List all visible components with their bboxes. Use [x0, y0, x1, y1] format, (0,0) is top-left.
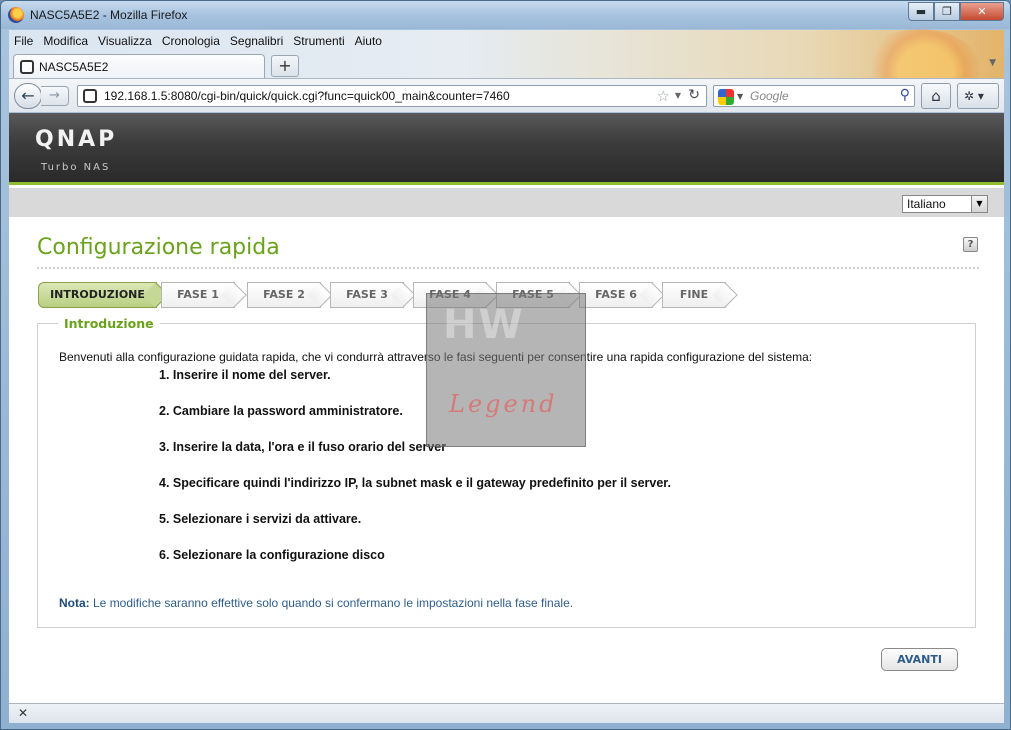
- title-divider: [37, 267, 979, 269]
- status-bar: ✕: [9, 703, 1004, 723]
- puzzle-icon: ✲ ▾: [964, 89, 984, 103]
- google-icon[interactable]: [718, 89, 734, 105]
- forward-button[interactable]: →: [41, 86, 69, 106]
- url-text[interactable]: 192.168.1.5:8080/cgi-bin/quick/quick.cgi…: [104, 89, 510, 103]
- back-forward-group: ← →: [14, 83, 76, 109]
- window-controls: ▬ ❐ ✕: [908, 2, 1004, 21]
- search-placeholder[interactable]: Google: [750, 89, 789, 103]
- window-title: NASC5A5E2 - Mozilla Firefox: [30, 8, 188, 22]
- title-bar[interactable]: NASC5A5E2 - Mozilla Firefox ▬ ❐ ✕: [1, 1, 1010, 29]
- step-fase-3[interactable]: FASE 3: [330, 282, 404, 308]
- minimize-button[interactable]: ▬: [908, 2, 934, 21]
- firefox-icon: [8, 7, 24, 23]
- bookmark-star-icon[interactable]: ☆: [657, 87, 670, 105]
- forward-arrow-icon: →: [49, 88, 60, 103]
- menu-modifica[interactable]: Modifica: [38, 34, 93, 48]
- note: Nota: Le modifiche saranno effettive sol…: [59, 596, 573, 610]
- navigation-bar: ← → 192.168.1.5:8080/cgi-bin/quick/quick…: [9, 78, 1004, 112]
- step-list: 1. Inserire il nome del server. 2. Cambi…: [159, 368, 671, 584]
- list-item: 5. Selezionare i servizi da attivare.: [159, 512, 362, 526]
- list-item: 6. Selezionare la configurazione disco: [159, 548, 385, 562]
- next-button[interactable]: AVANTI: [881, 648, 958, 671]
- home-icon: ⌂: [931, 87, 941, 105]
- menu-bar: File Modifica Visualizza Cronologia Segn…: [9, 30, 1003, 52]
- step-fase-1[interactable]: FASE 1: [161, 282, 235, 308]
- menu-aiuto[interactable]: Aiuto: [350, 34, 387, 48]
- browser-window: NASC5A5E2 - Mozilla Firefox ▬ ❐ ✕ File M…: [0, 0, 1011, 730]
- list-item: 4. Specificare quindi l'indirizzo IP, la…: [159, 476, 671, 490]
- list-item: 1. Inserire il nome del server.: [159, 368, 331, 382]
- qnap-subtitle: Turbo NAS: [41, 162, 111, 173]
- close-window-button[interactable]: ✕: [960, 2, 1004, 21]
- addon-button[interactable]: ✲ ▾: [957, 83, 999, 109]
- chevron-down-icon[interactable]: ▼: [971, 196, 987, 212]
- close-icon[interactable]: ✕: [18, 706, 28, 720]
- web-page: QNAP Turbo NAS Italiano ▼ Configurazione…: [9, 113, 1004, 703]
- list-item: 3. Inserire la data, l'ora e il fuso ora…: [159, 440, 447, 454]
- language-value: Italiano: [907, 197, 946, 211]
- list-item: 2. Cambiare la password amministratore.: [159, 404, 403, 418]
- watermark-top: HW: [443, 302, 525, 348]
- search-engine-dropdown-icon[interactable]: ▼: [737, 92, 743, 101]
- new-tab-button[interactable]: +: [271, 55, 299, 77]
- reload-icon[interactable]: ↻: [688, 87, 700, 103]
- search-icon[interactable]: ⚲: [900, 87, 910, 103]
- help-icon[interactable]: ?: [963, 237, 978, 252]
- hwlegend-watermark: HW Legend: [426, 293, 586, 447]
- note-label: Nota:: [59, 596, 90, 610]
- step-fase-2[interactable]: FASE 2: [247, 282, 321, 308]
- tab-list-icon[interactable]: ▼: [989, 58, 996, 68]
- menu-visualizza[interactable]: Visualizza: [93, 34, 157, 48]
- menu-file[interactable]: File: [9, 34, 38, 48]
- section-title: Introduzione: [58, 316, 160, 331]
- address-bar[interactable]: 192.168.1.5:8080/cgi-bin/quick/quick.cgi…: [77, 85, 707, 107]
- page-title: Configurazione rapida: [37, 235, 280, 260]
- back-arrow-icon: ←: [21, 86, 35, 105]
- tab-label: NASC5A5E2: [39, 60, 109, 74]
- qnap-logo: QNAP: [35, 127, 118, 152]
- url-history-dropdown-icon[interactable]: ▼: [675, 91, 681, 100]
- note-text: Le modifiche saranno effettive solo quan…: [89, 596, 574, 610]
- tab-active[interactable]: NASC5A5E2: [13, 54, 265, 78]
- step-fase-6[interactable]: FASE 6: [579, 282, 653, 308]
- search-bar[interactable]: ▼ Google ⚲: [713, 85, 915, 107]
- menu-strumenti[interactable]: Strumenti: [288, 34, 349, 48]
- tab-strip: NASC5A5E2 + ▼: [9, 52, 1004, 78]
- maximize-button[interactable]: ❐: [934, 2, 960, 21]
- menu-segnalibri[interactable]: Segnalibri: [225, 34, 288, 48]
- site-identity-icon[interactable]: [83, 89, 97, 103]
- language-select[interactable]: Italiano ▼: [902, 195, 988, 213]
- menu-cronologia[interactable]: Cronologia: [157, 34, 225, 48]
- step-introduzione[interactable]: INTRODUZIONE: [38, 282, 157, 308]
- qnap-header: QNAP Turbo NAS: [9, 113, 1004, 185]
- back-button[interactable]: ←: [14, 83, 42, 109]
- language-bar: Italiano ▼: [9, 188, 1004, 217]
- qnap-favicon-icon: [20, 60, 34, 74]
- watermark-bottom: Legend: [449, 390, 558, 418]
- home-button[interactable]: ⌂: [921, 83, 951, 109]
- step-fine[interactable]: FINE: [662, 282, 726, 308]
